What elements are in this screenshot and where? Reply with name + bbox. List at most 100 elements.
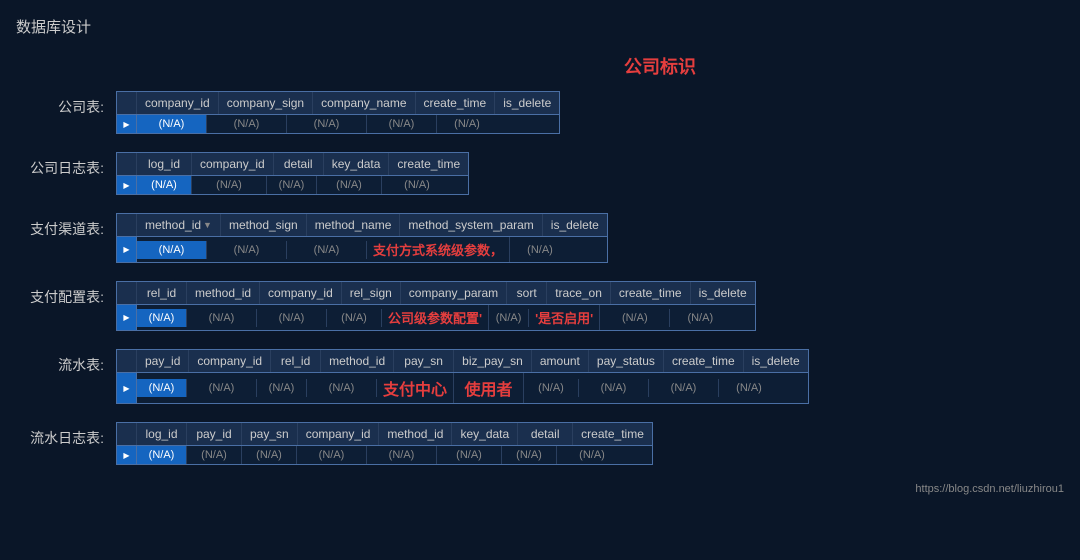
- col-header-4: is_delete: [495, 92, 559, 114]
- col-header-1: company_id: [192, 153, 274, 175]
- table-label-5: 流水日志表:: [16, 422, 116, 448]
- db-table-1: log_idcompany_iddetailkey_datacreate_tim…: [116, 152, 469, 195]
- data-cell-4: (N/A): [510, 241, 570, 259]
- table-section-5: 流水日志表:log_idpay_idpay_sncompany_idmethod…: [16, 422, 1064, 465]
- data-cell-2: (N/A): [257, 379, 307, 397]
- data-cell-5: 使用者: [454, 373, 524, 403]
- table-section-4: 流水表:pay_idcompany_idrel_idmethod_idpay_s…: [16, 349, 1064, 404]
- col-header-3: rel_sign: [342, 282, 401, 304]
- data-cell-0: (N/A): [137, 446, 187, 464]
- db-table-0: company_idcompany_signcompany_namecreate…: [116, 91, 560, 134]
- data-cell-6: '是否启用': [529, 305, 600, 330]
- dropdown-icon[interactable]: ▼: [203, 220, 212, 230]
- data-cell-7: (N/A): [557, 446, 627, 464]
- data-cell-0: (N/A): [137, 115, 207, 133]
- footer-url: https://blog.csdn.net/liuzhirou1: [16, 483, 1064, 495]
- row-indicator[interactable]: [117, 446, 137, 464]
- col-header-0: log_id: [137, 153, 192, 175]
- col-header-2: company_name: [313, 92, 415, 114]
- data-cell-0: (N/A): [137, 241, 207, 259]
- col-header-0: company_id: [137, 92, 219, 114]
- col-header-0: rel_id: [137, 282, 187, 304]
- data-cell-2: (N/A): [257, 309, 327, 327]
- col-header-5: biz_pay_sn: [454, 350, 532, 372]
- data-cell-4: (N/A): [382, 176, 452, 194]
- table-section-1: 公司日志表:log_idcompany_iddetailkey_datacrea…: [16, 152, 1064, 195]
- data-cell-6: (N/A): [502, 446, 557, 464]
- col-header-1: method_id: [187, 282, 260, 304]
- col-header-0: pay_id: [137, 350, 189, 372]
- page-title: 数据库设计: [16, 16, 1064, 37]
- col-header-6: trace_on: [547, 282, 611, 304]
- col-header-4: company_param: [401, 282, 507, 304]
- data-cell-4: 公司级参数配置': [382, 305, 489, 330]
- data-cell-0: (N/A): [137, 309, 187, 327]
- row-indicator[interactable]: [117, 115, 137, 133]
- data-cell-7: (N/A): [579, 379, 649, 397]
- data-cell-5: (N/A): [489, 309, 529, 327]
- db-table-2: method_id▼method_signmethod_namemethod_s…: [116, 213, 608, 263]
- data-cell-4: (N/A): [367, 446, 437, 464]
- data-cell-1: (N/A): [207, 115, 287, 133]
- data-cell-0: (N/A): [137, 379, 187, 397]
- db-table-3: rel_idmethod_idcompany_idrel_signcompany…: [116, 281, 756, 331]
- col-header-0: method_id▼: [137, 214, 221, 236]
- data-cell-1: (N/A): [187, 379, 257, 397]
- table-label-1: 公司日志表:: [16, 152, 116, 178]
- table-row: (N/A)(N/A)(N/A)(N/A)(N/A): [117, 176, 468, 194]
- col-header-3: method_system_param: [400, 214, 542, 236]
- col-header-4: is_delete: [543, 214, 607, 236]
- col-header-2: pay_sn: [242, 423, 298, 445]
- col-header-3: company_id: [298, 423, 380, 445]
- col-header-3: key_data: [324, 153, 390, 175]
- col-header-2: method_name: [307, 214, 401, 236]
- data-cell-3: 支付方式系统级参数，: [367, 237, 510, 262]
- col-header-4: create_time: [389, 153, 468, 175]
- table-label-2: 支付渠道表:: [16, 213, 116, 239]
- col-header-9: is_delete: [744, 350, 808, 372]
- data-cell-2: (N/A): [287, 115, 367, 133]
- db-table-5: log_idpay_idpay_sncompany_idmethod_idkey…: [116, 422, 653, 465]
- data-cell-1: (N/A): [187, 446, 242, 464]
- col-header-7: pay_status: [589, 350, 664, 372]
- col-header-8: is_delete: [691, 282, 755, 304]
- row-indicator[interactable]: [117, 176, 137, 194]
- table-row: (N/A)(N/A)(N/A)(N/A)公司级参数配置'(N/A)'是否启用'(…: [117, 305, 755, 330]
- col-header-8: create_time: [664, 350, 744, 372]
- table-label-0: 公司表:: [16, 91, 116, 117]
- col-header-7: create_time: [611, 282, 691, 304]
- table-section-3: 支付配置表:rel_idmethod_idcompany_idrel_signc…: [16, 281, 1064, 331]
- row-indicator[interactable]: [117, 305, 137, 330]
- col-header-4: pay_sn: [394, 350, 454, 372]
- table-row: (N/A)(N/A)(N/A)(N/A)支付中心使用者(N/A)(N/A)(N/…: [117, 373, 808, 403]
- data-cell-3: (N/A): [307, 379, 377, 397]
- table-section-0: 公司表:company_idcompany_signcompany_namecr…: [16, 91, 1064, 134]
- data-cell-1: (N/A): [187, 309, 257, 327]
- row-indicator[interactable]: [117, 237, 137, 262]
- col-header-1: company_sign: [219, 92, 313, 114]
- data-cell-2: (N/A): [242, 446, 297, 464]
- col-header-2: company_id: [260, 282, 342, 304]
- col-header-3: method_id: [321, 350, 394, 372]
- col-header-2: detail: [274, 153, 324, 175]
- data-cell-9: (N/A): [719, 379, 779, 397]
- data-cell-4: 支付中心: [377, 373, 454, 403]
- col-header-2: rel_id: [271, 350, 321, 372]
- data-cell-6: (N/A): [524, 379, 579, 397]
- row-indicator[interactable]: [117, 373, 137, 403]
- col-header-5: key_data: [452, 423, 518, 445]
- col-header-3: create_time: [416, 92, 496, 114]
- db-table-4: pay_idcompany_idrel_idmethod_idpay_snbiz…: [116, 349, 809, 404]
- data-cell-7: (N/A): [600, 309, 670, 327]
- table-label-4: 流水表:: [16, 349, 116, 375]
- data-cell-1: (N/A): [192, 176, 267, 194]
- col-header-1: company_id: [189, 350, 271, 372]
- data-cell-3: (N/A): [327, 309, 382, 327]
- data-cell-4: (N/A): [437, 115, 497, 133]
- data-cell-2: (N/A): [267, 176, 317, 194]
- col-header-0: log_id: [137, 423, 187, 445]
- col-header-5: sort: [507, 282, 547, 304]
- data-cell-5: (N/A): [437, 446, 502, 464]
- data-cell-0: (N/A): [137, 176, 192, 194]
- col-header-6: amount: [532, 350, 589, 372]
